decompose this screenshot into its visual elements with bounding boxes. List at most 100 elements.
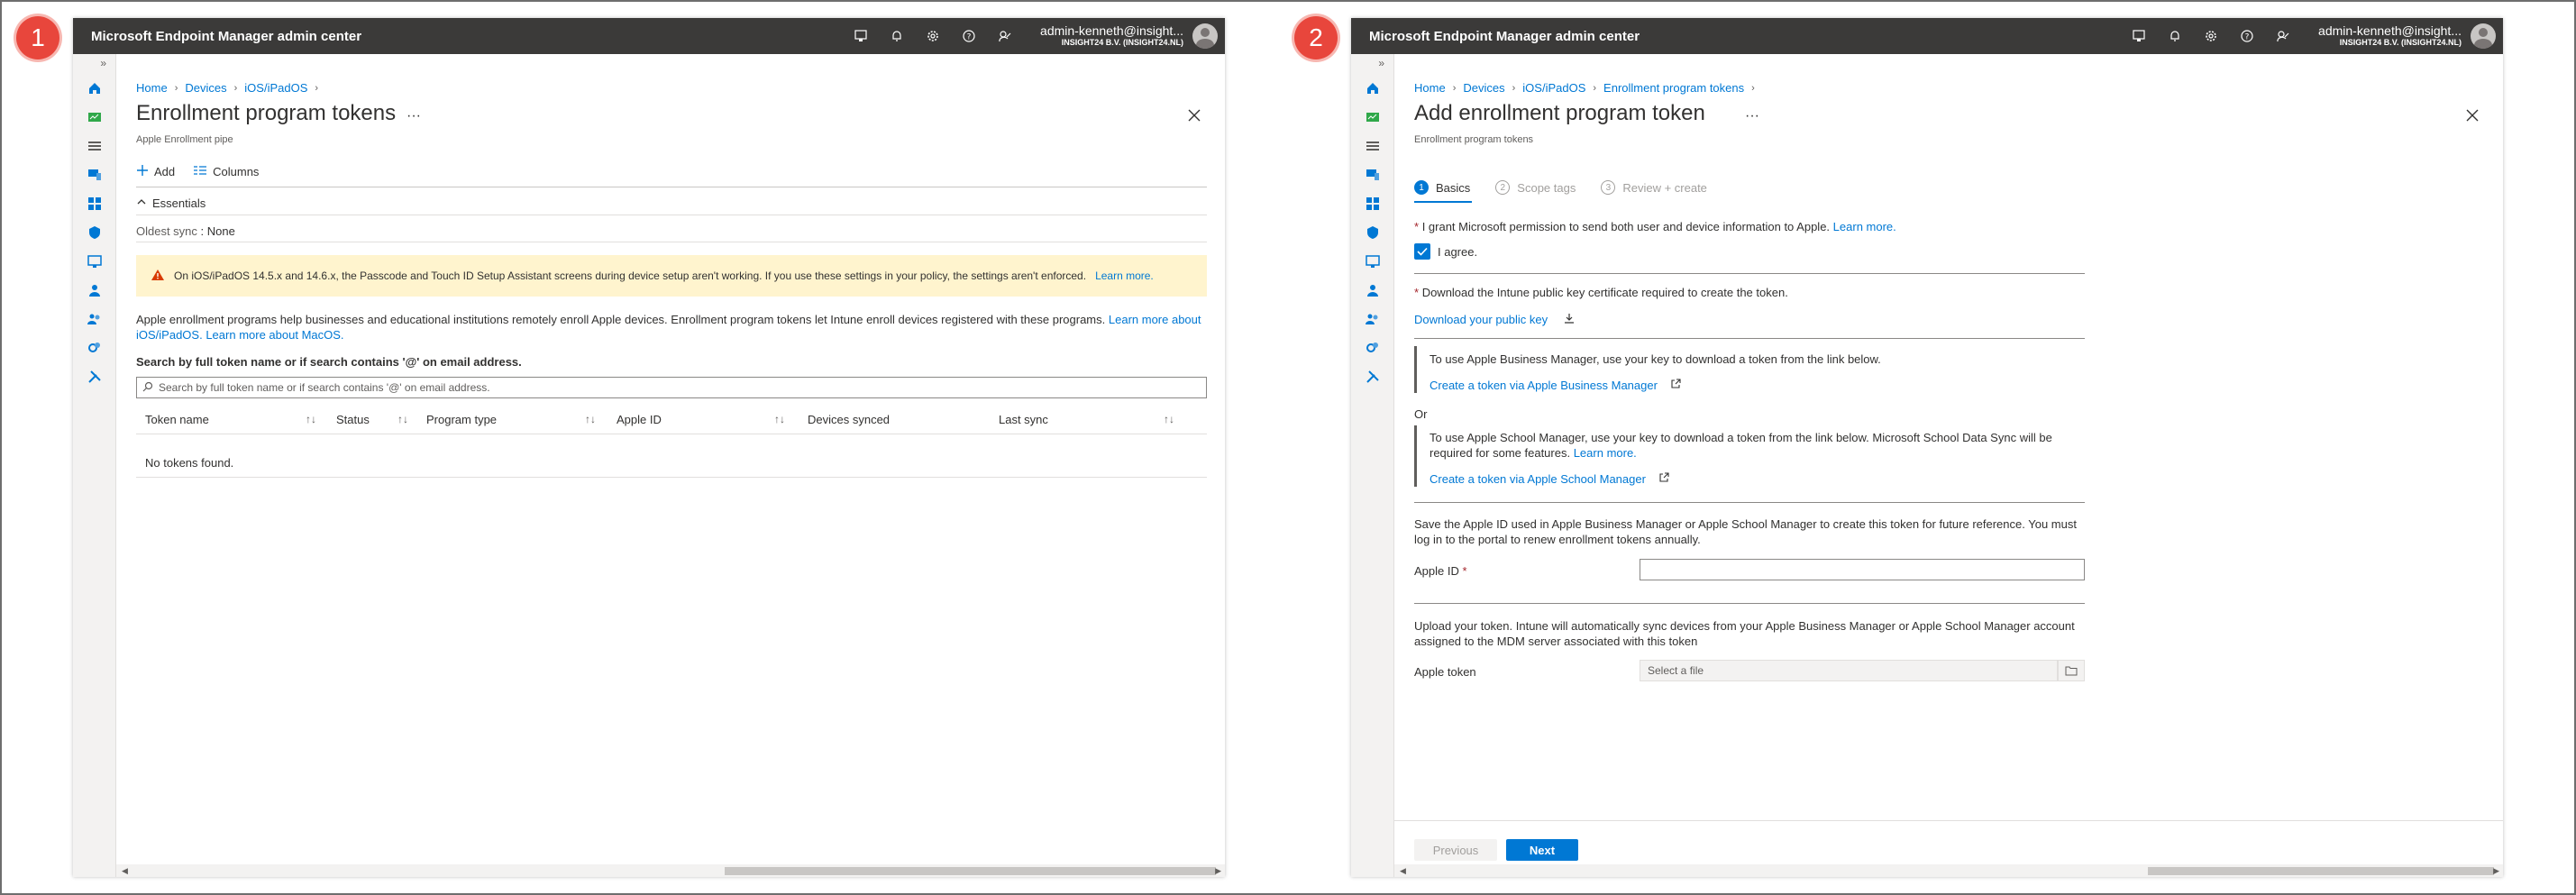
add-button[interactable]: Add (136, 164, 175, 179)
breadcrumb-devices[interactable]: Devices (1463, 81, 1504, 95)
sort-icon[interactable]: ↑↓ (1164, 413, 1174, 425)
column-token-name[interactable]: Token name (145, 413, 209, 426)
sort-icon[interactable]: ↑↓ (585, 413, 596, 425)
expand-nav-icon[interactable]: » (73, 54, 115, 74)
bell-icon[interactable] (2167, 28, 2183, 44)
gear-icon[interactable] (2203, 28, 2219, 44)
reports-icon[interactable] (73, 247, 116, 276)
remote-icon[interactable] (853, 28, 869, 44)
search-input[interactable]: Search by full token name or if search c… (136, 377, 1207, 398)
sort-icon[interactable]: ↑↓ (306, 413, 316, 425)
dashboard-icon[interactable] (1351, 103, 1394, 132)
table-row-divider (136, 477, 1207, 478)
tab-label: Scope tags (1517, 180, 1576, 195)
bell-icon[interactable] (889, 28, 905, 44)
asm-learn-more-link[interactable]: Learn more. (1574, 446, 1637, 460)
close-icon[interactable] (2463, 106, 2481, 124)
sort-icon[interactable]: ↑↓ (774, 413, 785, 425)
horizontal-scrollbar[interactable]: ◀ ▶ (1394, 864, 2503, 877)
more-options-icon[interactable]: ··· (406, 108, 421, 124)
wizard-tabs: 1 Basics 2 Scope tags 3 Review + create (1414, 180, 1707, 195)
endpoint-security-icon[interactable] (1351, 218, 1394, 247)
more-options-icon[interactable]: ··· (1745, 108, 1759, 124)
apps-icon[interactable] (73, 189, 116, 218)
all-services-icon[interactable] (73, 132, 116, 160)
download-public-key-link[interactable]: Download your public key (1414, 313, 1548, 326)
breadcrumb-home[interactable]: Home (1414, 81, 1446, 95)
tab-scope-tags[interactable]: 2 Scope tags (1495, 180, 1576, 195)
create-token-abm-link[interactable]: Create a token via Apple Business Manage… (1430, 379, 1658, 392)
permission-learn-more-link[interactable]: Learn more. (1833, 220, 1896, 233)
users-icon[interactable] (73, 276, 116, 305)
endpoint-security-icon[interactable] (73, 218, 116, 247)
help-icon[interactable]: ? (961, 28, 977, 44)
troubleshooting-icon[interactable] (1351, 362, 1394, 391)
column-apple-id[interactable]: Apple ID (617, 413, 662, 426)
column-program-type[interactable]: Program type (426, 413, 497, 426)
avatar[interactable] (2471, 23, 2496, 49)
warning-learn-more-link[interactable]: Learn more. (1095, 269, 1154, 282)
apple-id-input[interactable] (1640, 559, 2085, 580)
help-icon[interactable]: ? (2239, 28, 2255, 44)
home-icon[interactable] (73, 74, 116, 103)
reports-icon[interactable] (1351, 247, 1394, 276)
scroll-left-icon[interactable]: ◀ (122, 864, 128, 877)
scrollbar-thumb[interactable] (725, 867, 1216, 875)
agree-checkbox[interactable] (1414, 243, 1430, 260)
page-subtitle: Enrollment program tokens (1414, 134, 1534, 145)
sort-icon[interactable]: ↑↓ (397, 413, 408, 425)
horizontal-scrollbar[interactable]: ◀ ▶ (116, 864, 1225, 877)
learn-more-ios-link[interactable]: Learn more about (1109, 313, 1201, 326)
app-title[interactable]: Microsoft Endpoint Manager admin center (1351, 29, 2131, 44)
browse-folder-icon[interactable] (2058, 660, 2085, 681)
breadcrumb-ios[interactable]: iOS/iPadOS (1522, 81, 1585, 95)
tab-review-create[interactable]: 3 Review + create (1601, 180, 1707, 195)
users-icon[interactable] (1351, 276, 1394, 305)
apps-icon[interactable] (1351, 189, 1394, 218)
or-text: Or (1414, 407, 1428, 421)
essentials-toggle[interactable]: Essentials (136, 196, 206, 210)
app-title[interactable]: Microsoft Endpoint Manager admin center (73, 29, 853, 44)
home-icon[interactable] (1351, 74, 1394, 103)
devices-icon[interactable] (1351, 160, 1394, 189)
breadcrumb-home[interactable]: Home (136, 81, 168, 95)
user-info[interactable]: admin-kenneth@insight... INSIGHT24 B.V. … (1040, 23, 1183, 47)
tenant-admin-icon[interactable] (73, 333, 116, 362)
devices-icon[interactable] (73, 160, 116, 189)
scroll-right-icon[interactable]: ▶ (1215, 864, 1221, 877)
columns-button[interactable]: Columns (193, 164, 259, 179)
create-token-asm-link[interactable]: Create a token via Apple School Manager (1430, 472, 1646, 486)
breadcrumb-devices[interactable]: Devices (185, 81, 226, 95)
column-status[interactable]: Status (336, 413, 370, 426)
breadcrumb-ios[interactable]: iOS/iPadOS (244, 81, 307, 95)
breadcrumb-enrollment-tokens[interactable]: Enrollment program tokens (1603, 81, 1744, 95)
learn-more-macos-link[interactable]: Learn more about MacOS. (206, 328, 343, 342)
all-services-icon[interactable] (1351, 132, 1394, 160)
learn-more-ios-link-cont[interactable]: iOS/iPadOS. (136, 328, 203, 342)
tab-basics[interactable]: 1 Basics (1414, 180, 1470, 195)
close-icon[interactable] (1185, 106, 1203, 124)
feedback-icon[interactable] (997, 28, 1013, 44)
scroll-right-icon[interactable]: ▶ (2493, 864, 2499, 877)
scroll-left-icon[interactable]: ◀ (1400, 864, 1406, 877)
avatar[interactable] (1192, 23, 1218, 49)
expand-nav-icon[interactable]: » (1351, 54, 1393, 74)
previous-button[interactable]: Previous (1414, 839, 1497, 861)
feedback-icon[interactable] (2275, 28, 2291, 44)
apple-token-file-input[interactable]: Select a file (1640, 660, 2058, 681)
troubleshooting-icon[interactable] (73, 362, 116, 391)
scrollbar-thumb[interactable] (2148, 867, 2494, 875)
groups-icon[interactable] (1351, 305, 1394, 333)
gear-icon[interactable] (925, 28, 941, 44)
dashboard-icon[interactable] (73, 103, 116, 132)
tenant-admin-icon[interactable] (1351, 333, 1394, 362)
column-devices-synced[interactable]: Devices synced (808, 413, 890, 426)
remote-icon[interactable] (2131, 28, 2147, 44)
agree-label[interactable]: I agree. (1438, 244, 1477, 260)
column-last-sync[interactable]: Last sync (999, 413, 1048, 426)
next-button[interactable]: Next (1506, 839, 1578, 861)
groups-icon[interactable] (73, 305, 116, 333)
user-info[interactable]: admin-kenneth@insight... INSIGHT24 B.V. … (2318, 23, 2462, 47)
essentials-label: Essentials (152, 196, 206, 210)
download-icon[interactable] (1564, 313, 1575, 326)
